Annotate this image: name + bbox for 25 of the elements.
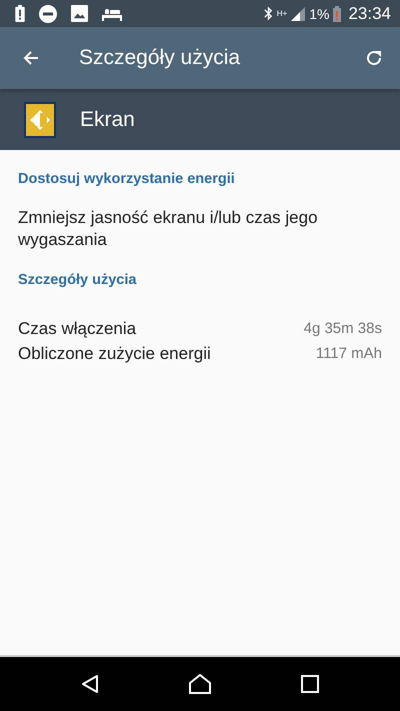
battery-percent: 1% bbox=[309, 6, 330, 22]
detail-label: Obliczone zużycie energii bbox=[18, 343, 211, 365]
bed-icon bbox=[102, 6, 122, 20]
signal-icon bbox=[291, 6, 306, 20]
detail-value: 4g 35m 38s bbox=[304, 319, 382, 339]
battery-low-icon bbox=[333, 6, 342, 22]
tip-text[interactable]: Zmniejsz jasność ekranu i/lub czas jego wygaszania bbox=[18, 207, 382, 251]
section-heading: Szczegóły użycia bbox=[18, 272, 138, 288]
section-heading: Dostosuj wykorzystanie energii bbox=[18, 171, 236, 187]
battery-alert-icon bbox=[15, 5, 25, 22]
brightness-app-icon bbox=[24, 102, 56, 138]
refresh-icon[interactable] bbox=[365, 49, 383, 67]
recents-icon[interactable] bbox=[301, 675, 319, 693]
image-icon bbox=[71, 5, 88, 22]
detail-value: 1117 mAh bbox=[316, 344, 382, 364]
clock: 23:34 bbox=[348, 4, 391, 24]
detail-label: Czas włączenia bbox=[18, 318, 136, 340]
network-type: H+ bbox=[276, 8, 288, 18]
bluetooth-icon bbox=[264, 6, 273, 21]
back-arrow-icon[interactable] bbox=[23, 50, 39, 66]
do-not-disturb-icon bbox=[39, 4, 57, 22]
toolbar-title: Szczegóły użycia bbox=[79, 46, 242, 70]
home-icon[interactable] bbox=[189, 674, 211, 694]
back-icon[interactable] bbox=[81, 674, 99, 694]
app-name: Ekran bbox=[80, 108, 135, 132]
